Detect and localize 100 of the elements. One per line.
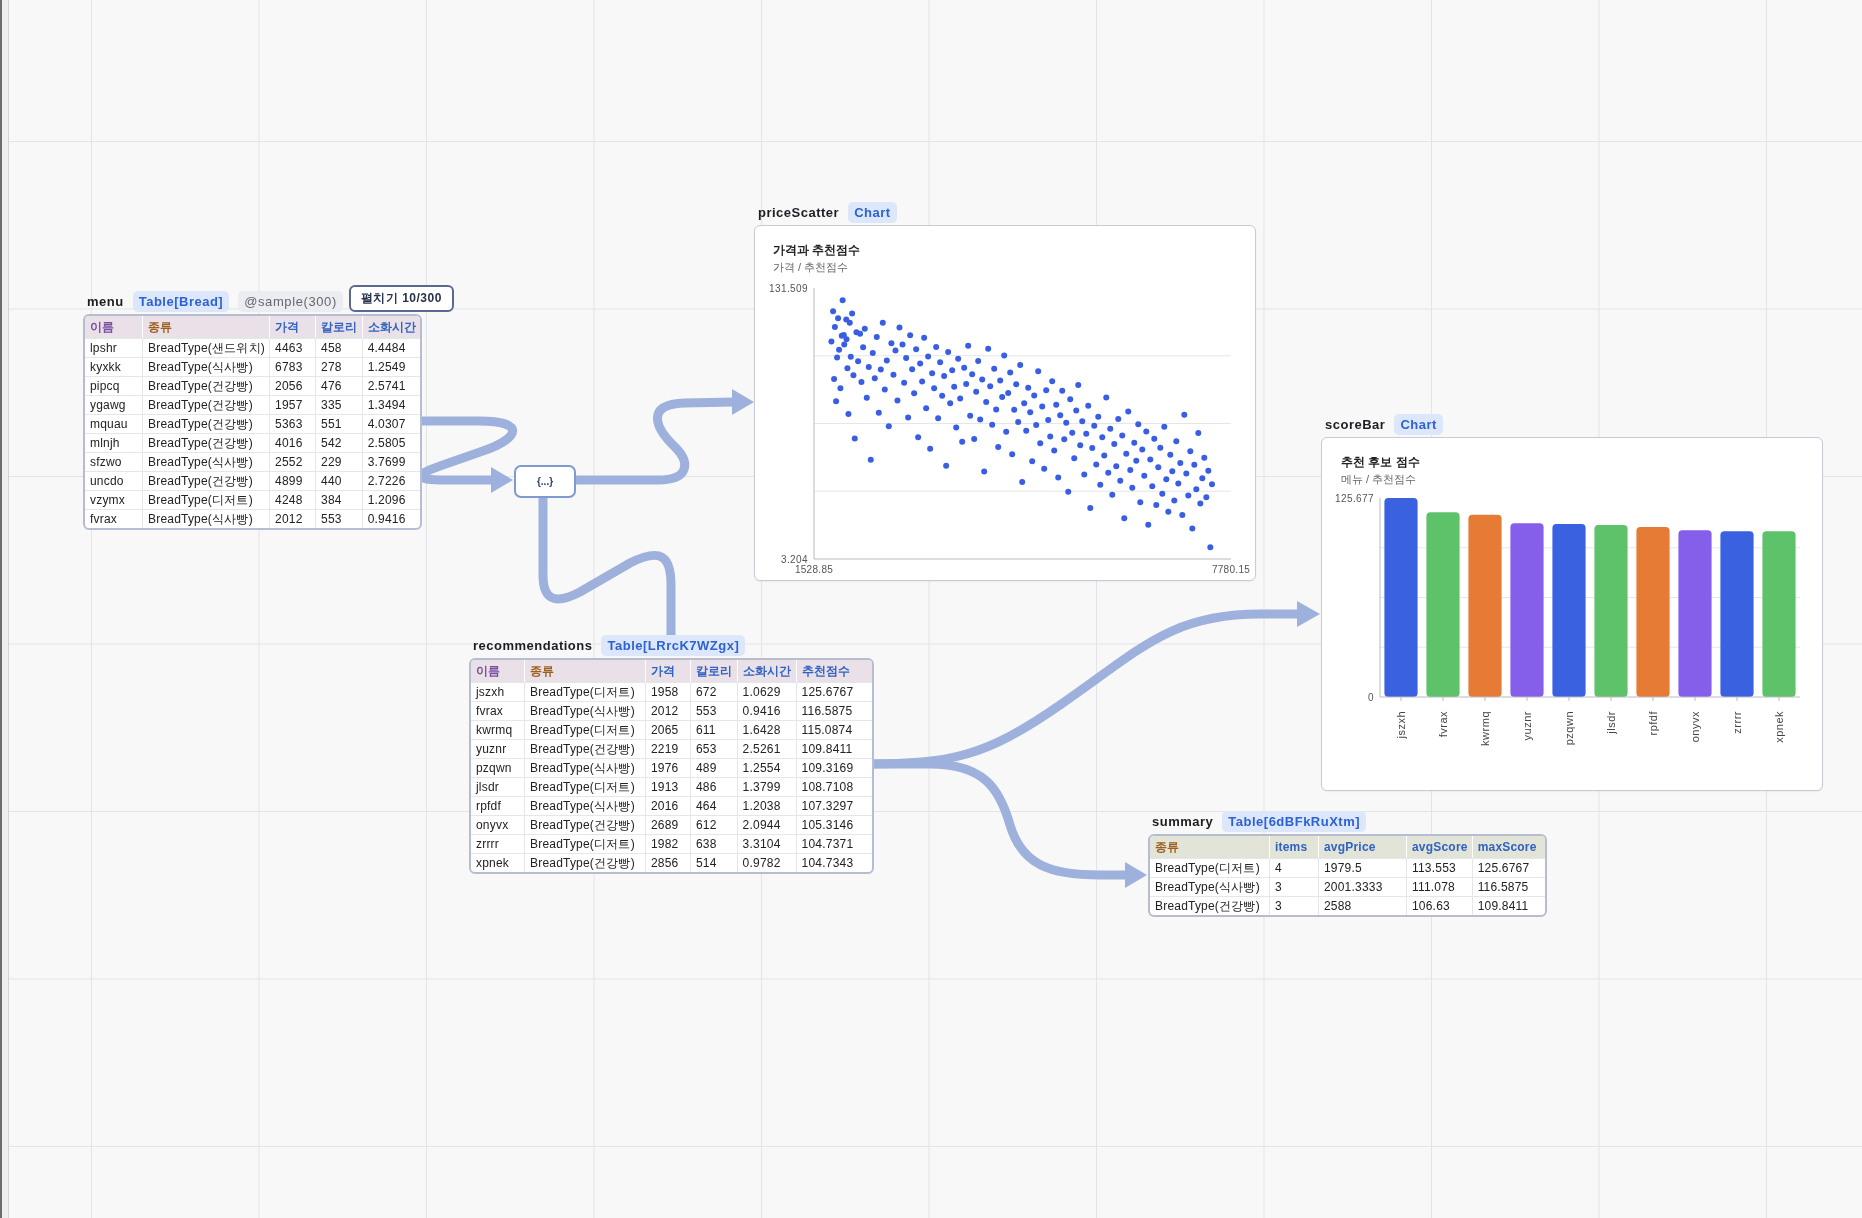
table-cell: 542 [316,433,363,452]
table-cell: 115.0874 [796,720,872,739]
table-cell: mquau [85,414,143,433]
table-cell: BreadType(샌드위치) [143,338,271,357]
table-cell: 2.5741 [362,376,421,395]
column-header: items [1270,836,1319,858]
column-header: avgScore [1407,836,1473,858]
expand-button[interactable]: 펼치기 10/300 [348,285,454,312]
table-cell: 2.0944 [737,815,797,834]
table-cell: 109.8411 [1472,896,1545,915]
table-cell: 1913 [646,777,691,796]
table-cell: 1.2554 [737,758,797,777]
table-cell: 2016 [646,796,691,815]
table-cell: 4463 [270,338,317,357]
chart-title: 가격과 추천점수 [773,242,861,259]
column-header: 추천점수 [796,660,872,682]
table-cell: BreadType(건강빵) [1150,896,1270,915]
axis-label: zrrrr [1731,711,1743,734]
table-cell: 4 [1270,858,1319,877]
table-cell: ygawg [85,395,143,414]
sample-tag: @sample(300) [238,290,343,312]
chart-subtitle: 메뉴 / 추천점수 [1341,472,1417,487]
axis-label: kwrmq [1479,711,1491,746]
table-cell: BreadType(디저트) [1150,858,1270,877]
table-cell: 2856 [646,853,691,872]
table-cell: 229 [316,452,363,471]
axis-label: yuznr [1521,711,1533,741]
table-cell: 653 [691,739,738,758]
table-cell: 116.5875 [1472,877,1545,896]
column-header: 소화시간 [362,316,421,338]
table-cell: 612 [691,815,738,834]
table-cell: 1.2096 [362,490,421,509]
table-cell: 107.3297 [796,796,872,815]
table-cell: BreadType(식사빵) [143,452,271,471]
axis-label: onyvx [1689,711,1701,743]
table-cell: 464 [691,796,738,815]
node-title: summary [1152,813,1214,829]
table-cell: BreadType(건강빵) [143,414,271,433]
axis-label: xpnek [1773,711,1785,743]
table-cell: 672 [691,682,738,701]
table-cell: 1.3494 [362,395,421,414]
type-badge: Table[6dBFkRuXtm] [1222,810,1367,832]
column-header: 가격 [646,660,691,682]
table-cell: BreadType(건강빵) [525,739,646,758]
table-cell: 2219 [646,739,691,758]
table-cell: xpnek [471,853,525,872]
table-cell: 1.6428 [737,720,797,739]
table-cell: 116.5875 [796,701,872,720]
table-cell: 3 [1270,877,1319,896]
table-cell: rpfdf [471,796,525,815]
table-cell: BreadType(건강빵) [143,433,271,452]
column-header: 이름 [85,316,143,338]
table-cell: BreadType(식사빵) [143,357,271,376]
table-cell: 2012 [646,701,691,720]
table-cell: 2.5261 [737,739,797,758]
transform-node: {...} [514,465,576,498]
table-cell: 1979.5 [1319,858,1407,877]
axis-label: rpfdf [1647,711,1659,736]
axis-label: pzqwn [1563,711,1575,746]
column-header: 종류 [143,316,271,338]
table-cell: 553 [316,509,363,528]
table-cell: 3.7699 [362,452,421,471]
table-cell: kwrmq [471,720,525,739]
table-cell: fvrax [471,701,525,720]
table-cell: 2689 [646,815,691,834]
node-title: priceScatter [758,204,840,220]
table-cell: 2065 [646,720,691,739]
table-cell: BreadType(식사빵) [143,509,271,528]
table-cell: BreadType(건강빵) [525,853,646,872]
table-cell: 5363 [270,414,317,433]
table-cell: 4.0307 [362,414,421,433]
table-cell: 0.9416 [362,509,421,528]
column-header: maxScore [1472,836,1545,858]
node-title: scoreBar [1325,416,1386,432]
axis-label: 125.677 [1335,492,1374,504]
table-cell: 106.63 [1407,896,1473,915]
table-cell: pipcq [85,376,143,395]
table-cell: 3 [1270,896,1319,915]
column-header: 가격 [270,316,317,338]
axis-label: 7780.15 [1211,564,1251,575]
table-cell: BreadType(디저트) [143,490,271,509]
table-cell: 4248 [270,490,317,509]
axis-label: jszxh [1395,711,1407,739]
table-cell: 440 [316,471,363,490]
node-title: menu [87,293,124,309]
table-cell: mlnjh [85,433,143,452]
chart-title: 추천 후보 점수 [1341,454,1420,471]
axis-label: jlsdr [1605,711,1617,734]
table-cell: BreadType(식사빵) [525,796,646,815]
table-cell: BreadType(식사빵) [1150,877,1270,896]
table-cell: 125.6767 [1472,858,1545,877]
table-cell: 2552 [270,452,317,471]
table-cell: 1982 [646,834,691,853]
type-badge: Chart [1394,413,1443,435]
table-cell: 278 [316,357,363,376]
node-title: recommendations [473,637,593,653]
table-cell: 109.3169 [796,758,872,777]
table-cell: 2.7226 [362,471,421,490]
table-cell: 1.2038 [737,796,797,815]
table-cell: 514 [691,853,738,872]
